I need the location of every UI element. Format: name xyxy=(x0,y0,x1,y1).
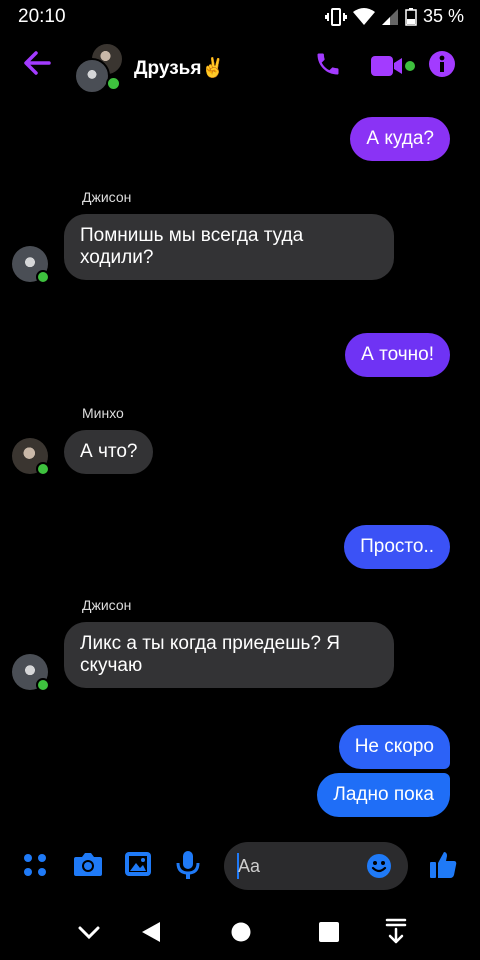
avatar[interactable] xyxy=(12,438,50,476)
group-avatar[interactable] xyxy=(74,42,124,94)
message-text-line: Ликс а ты когда приедешь? Я xyxy=(80,633,340,654)
incoming-message[interactable]: Помнишь мы всегда туда ходили? xyxy=(64,214,394,280)
online-indicator xyxy=(106,76,121,91)
message-text-line: скучаю xyxy=(80,655,143,676)
message-text: А точно! xyxy=(361,344,434,365)
gallery-icon[interactable] xyxy=(124,850,152,883)
chevron-down-icon[interactable] xyxy=(78,926,100,945)
outgoing-message[interactable]: Просто.. xyxy=(344,525,450,569)
incoming-message[interactable]: Ликс а ты когда приедешь? Я скучаю xyxy=(64,622,394,688)
camera-icon[interactable] xyxy=(73,850,103,883)
microphone-icon[interactable] xyxy=(176,850,200,885)
chat-header: Друзья✌️ xyxy=(0,34,480,100)
back-arrow-icon[interactable] xyxy=(22,48,52,78)
battery-percent: 35 % xyxy=(422,6,464,26)
sender-name: Джисон xyxy=(82,597,132,613)
online-indicator xyxy=(36,270,50,284)
apps-icon[interactable] xyxy=(22,852,48,883)
input-placeholder: Aa xyxy=(238,856,261,876)
message-text: Просто.. xyxy=(360,536,434,557)
outgoing-message[interactable]: Ладно пока xyxy=(317,773,450,817)
status-time: 20:10 xyxy=(18,6,66,27)
composer-bar: Aa xyxy=(0,838,480,894)
emoji-icon[interactable] xyxy=(366,853,392,884)
wifi-icon xyxy=(352,7,375,26)
outgoing-message[interactable]: А куда? xyxy=(350,117,450,161)
message-text-line: ходили? xyxy=(80,247,154,268)
message-text: А куда? xyxy=(366,128,434,149)
chat-title[interactable]: Друзья✌️ xyxy=(134,56,225,80)
outgoing-message[interactable]: А точно! xyxy=(345,333,450,377)
outgoing-message[interactable]: Не скоро xyxy=(338,725,450,769)
like-icon[interactable] xyxy=(428,850,458,885)
message-text: А что? xyxy=(80,441,138,462)
home-icon[interactable] xyxy=(230,921,252,948)
avatar xyxy=(74,58,110,94)
online-indicator xyxy=(36,462,50,476)
sender-name: Минхо xyxy=(82,405,124,421)
back-icon[interactable] xyxy=(140,920,162,949)
message-text-line: Помнишь мы всегда туда xyxy=(80,225,304,246)
phone-icon[interactable] xyxy=(314,50,342,83)
online-indicator xyxy=(36,678,50,692)
video-call-icon[interactable] xyxy=(370,54,416,83)
incoming-message[interactable]: А что? xyxy=(64,430,154,474)
status-bar: 20:10 35 % xyxy=(0,0,480,34)
avatar[interactable] xyxy=(12,246,50,284)
message-input[interactable]: Aa xyxy=(224,842,408,890)
message-text: Ладно пока xyxy=(333,784,434,805)
vibrate-icon xyxy=(324,7,347,26)
sender-name: Джисон xyxy=(82,189,132,205)
avatar[interactable] xyxy=(12,654,50,692)
signal-icon xyxy=(381,8,399,26)
info-icon[interactable] xyxy=(428,50,456,83)
battery-icon xyxy=(405,7,417,26)
message-text: Не скоро xyxy=(354,736,434,757)
system-nav-bar xyxy=(0,904,480,960)
recents-icon[interactable] xyxy=(318,921,340,948)
notification-pull-icon[interactable] xyxy=(385,918,407,949)
